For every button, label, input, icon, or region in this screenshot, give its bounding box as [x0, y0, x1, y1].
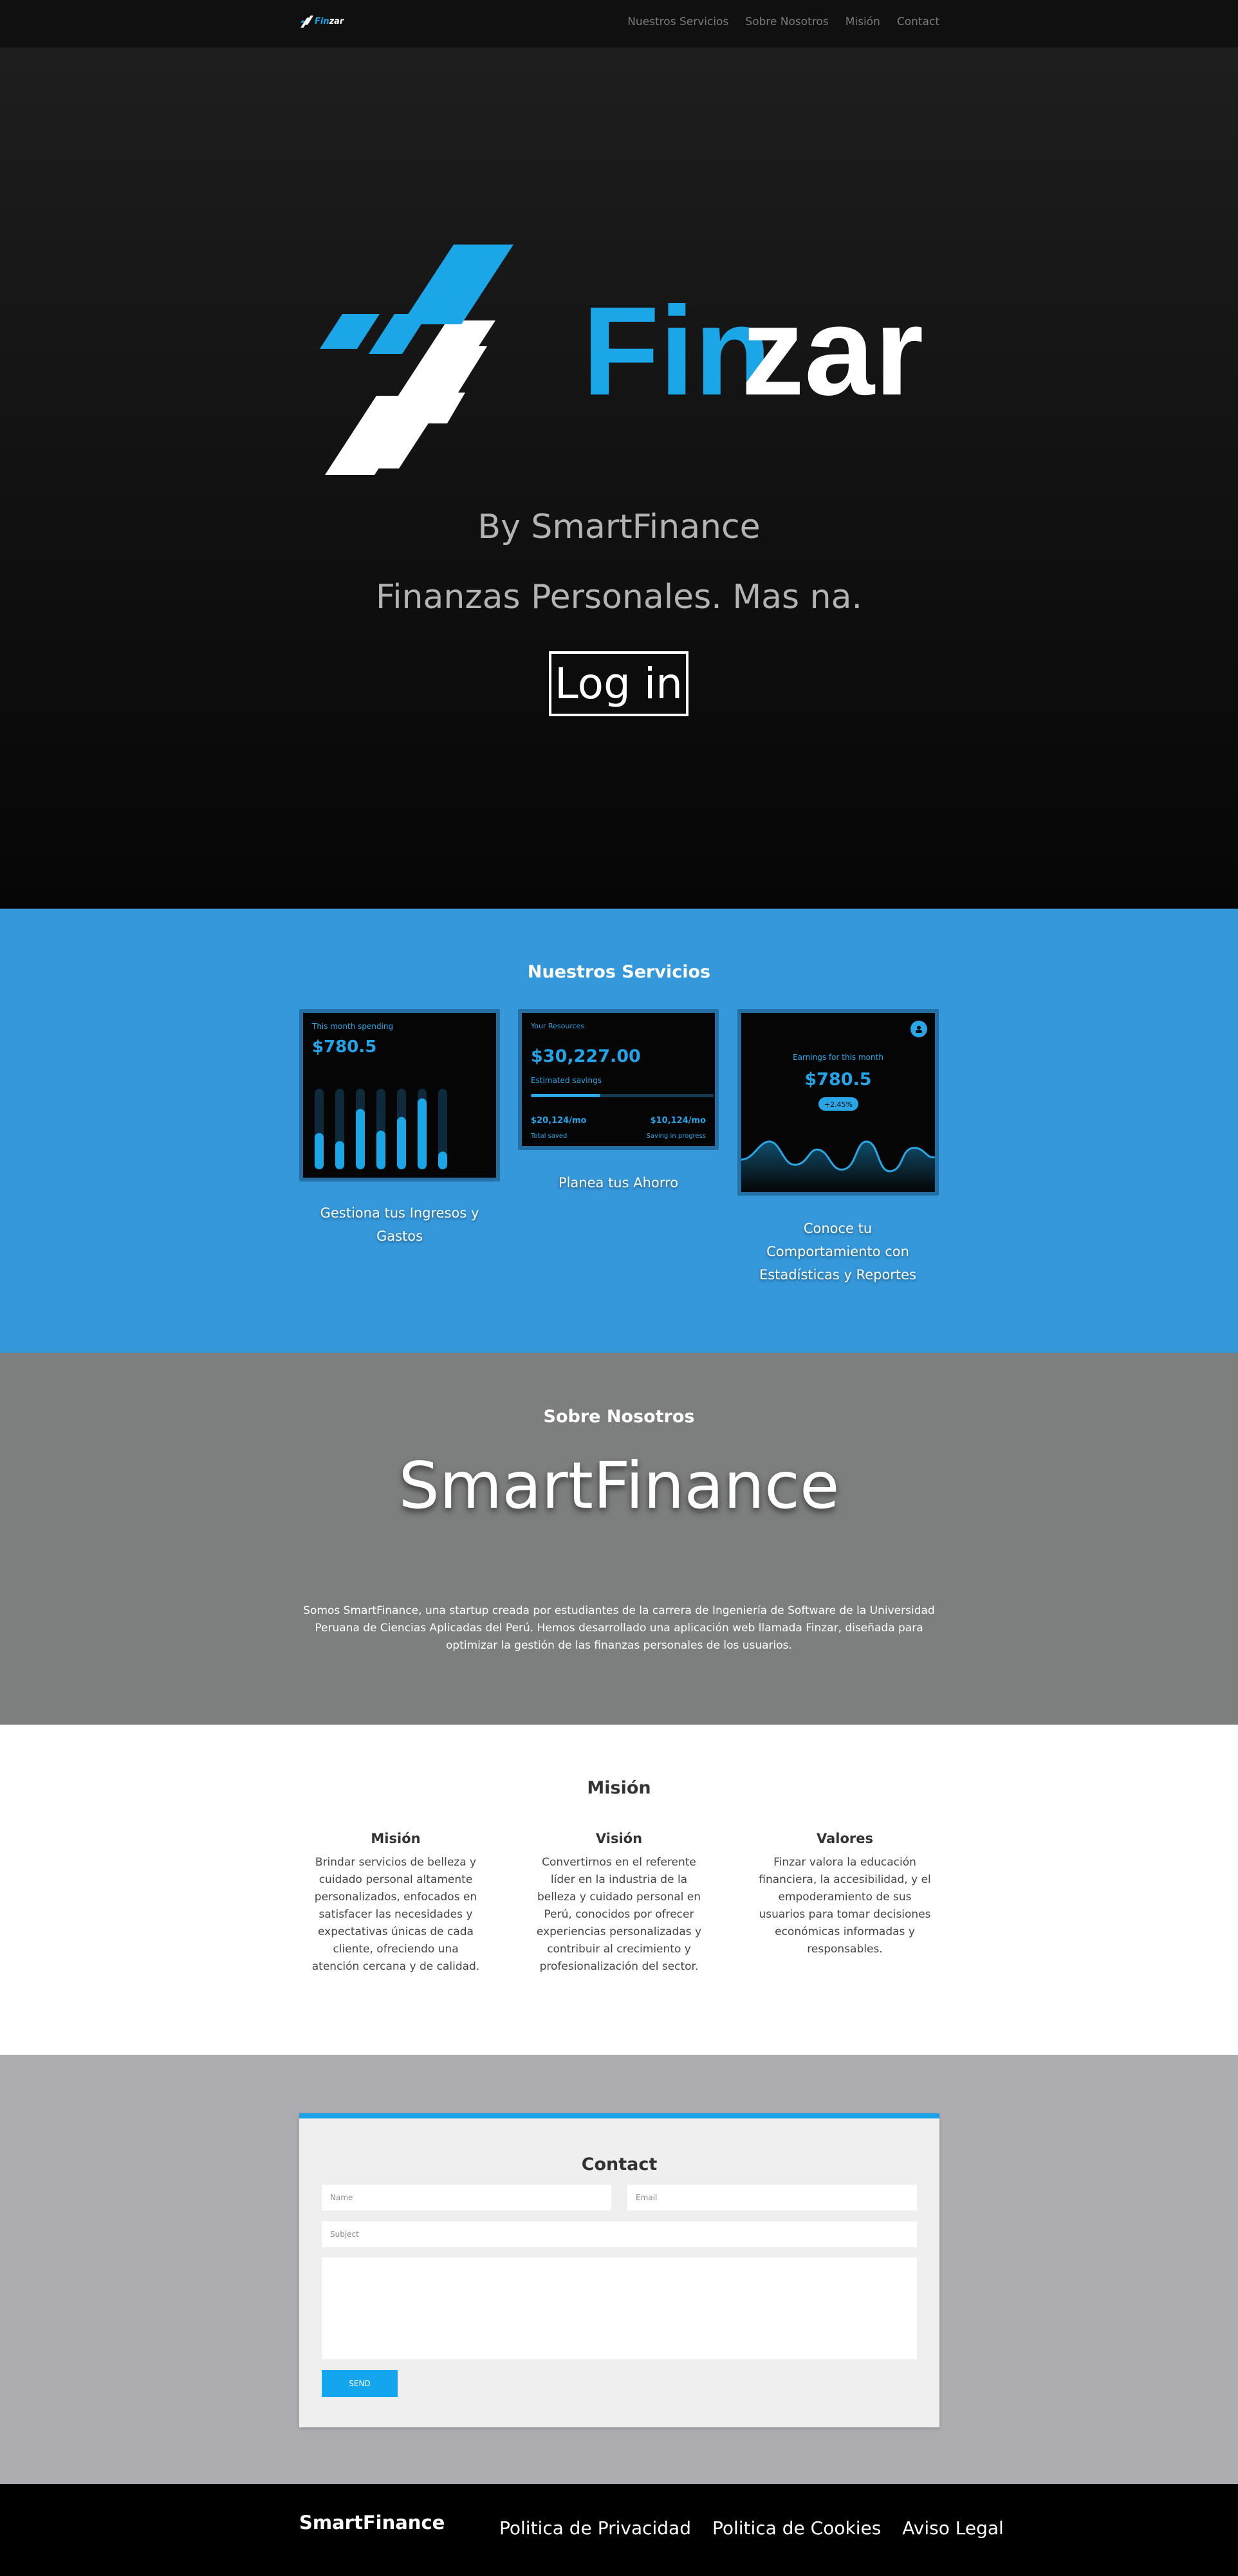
spending-bar — [315, 1133, 324, 1169]
resources-amount: $30,227.00 — [531, 1046, 641, 1066]
message-textarea[interactable] — [322, 2257, 917, 2359]
service-label-estadisticas: Conoce tu Comportamiento con Estadística… — [759, 1221, 917, 1283]
logo-stripe-blue-right — [402, 245, 513, 324]
spending-caption: This month spending — [312, 1022, 394, 1031]
nav-logo-text-fin: Fin — [315, 16, 329, 26]
spending-bar — [376, 1131, 385, 1169]
vision-column-title: Visión — [595, 1831, 643, 1846]
footer-link-privacidad[interactable]: Politica de Privacidad — [499, 2517, 691, 2539]
service-label-ahorro: Planea tus Ahorro — [558, 1175, 679, 1191]
logo-stripe-blue-left — [320, 314, 380, 349]
nav-logo-text: Finzar — [315, 17, 344, 26]
mission-section: Misión Misión Brindar servicios de belle… — [0, 1725, 1238, 2055]
footer-brand: SmartFinance — [299, 2512, 445, 2534]
services-title: Nuestros Servicios — [527, 962, 711, 982]
subject-input[interactable] — [322, 2221, 917, 2247]
earnings-avatar-icon — [910, 1021, 927, 1037]
services-section: Nuestros Servicios This month spending $… — [0, 909, 1238, 1353]
resources-right-value: $10,124/mo — [650, 1116, 706, 1126]
nav-link-contact[interactable]: Contact — [897, 15, 939, 28]
hero-section: Fin zar By SmartFinance Finanzas Persona… — [0, 48, 1238, 909]
nav-link-sobre-nosotros[interactable]: Sobre Nosotros — [745, 15, 828, 28]
finzar-logo-mark-icon — [300, 15, 313, 28]
spending-bar — [397, 1117, 406, 1169]
values-column-text: Finzar valora la educación financiera, l… — [759, 1856, 931, 1956]
hero-tagline: Finanzas Personales. Mas na. — [375, 578, 863, 616]
spending-bar — [356, 1109, 365, 1169]
mission-column-text: Brindar servicios de belleza y cuidado p… — [311, 1856, 480, 1973]
resources-right-caption: Saving in progress — [646, 1133, 707, 1140]
earnings-badge: +2.45% — [818, 1097, 858, 1111]
spending-bar — [335, 1141, 344, 1169]
spending-card: This month spending $780.5 — [299, 1009, 500, 1181]
footer-links: Politica de Privacidad Politica de Cooki… — [499, 2517, 1004, 2539]
mission-column: Misión Brindar servicios de belleza y cu… — [309, 1831, 483, 1976]
login-button[interactable]: Log in — [549, 651, 688, 716]
about-section: Sobre Nosotros SmartFinance Somos SmartF… — [0, 1353, 1238, 1725]
resources-card: Your Resources $30,227.00 Estimated savi… — [518, 1009, 719, 1150]
send-button[interactable]: SEND — [322, 2370, 398, 2397]
spending-bar — [438, 1151, 447, 1169]
savings-progress-fill — [531, 1094, 600, 1097]
contact-form: Contact SEND — [299, 2113, 939, 2427]
email-input[interactable] — [627, 2185, 917, 2210]
hero-by-line: By SmartFinance — [477, 508, 761, 546]
footer-link-cookies[interactable]: Politica de Cookies — [712, 2517, 881, 2539]
vision-column-text: Convertirnos en el referente líder en la… — [536, 1856, 702, 1973]
nav-logo-text-zar: zar — [329, 16, 344, 26]
mission-title: Misión — [587, 1778, 651, 1798]
name-input[interactable] — [322, 2185, 611, 2210]
resources-left-caption: Total saved — [531, 1133, 568, 1140]
spending-amount: $780.5 — [312, 1037, 377, 1057]
resources-sub: Estimated savings — [531, 1076, 602, 1085]
earnings-amount: $780.5 — [804, 1070, 872, 1089]
resources-left-value: $20,124/mo — [531, 1116, 587, 1126]
resources-caption: Your Resources — [531, 1022, 585, 1030]
nav-logo[interactable]: Finzar — [299, 14, 344, 28]
vision-column: Visión Convertirnos en el referente líde… — [532, 1831, 706, 1976]
earnings-wave-chart — [741, 1140, 935, 1192]
spending-bar — [418, 1098, 427, 1169]
earnings-badge-text: +2.45% — [824, 1100, 853, 1109]
values-column-title: Valores — [817, 1831, 873, 1846]
contact-title: Contact — [581, 2154, 658, 2174]
savings-progress-track — [531, 1094, 714, 1097]
nav-links: Nuestros Servicios Sobre Nosotros Misión… — [627, 15, 939, 28]
about-description: Somos SmartFinance, una startup creada p… — [303, 1604, 935, 1652]
earnings-card: Earnings for this month $780.5 +2.45% — [737, 1009, 939, 1196]
about-title: Sobre Nosotros — [543, 1407, 695, 1427]
footer: SmartFinance Politica de Privacidad Poli… — [0, 2484, 1238, 2576]
contact-section: Contact SEND — [0, 2055, 1238, 2484]
values-column: Valores Finzar valora la educación finan… — [758, 1831, 932, 1958]
finzar-hero-logo: Fin zar — [320, 245, 923, 475]
hero-logo-word-zar: zar — [741, 281, 923, 422]
earnings-caption: Earnings for this month — [793, 1053, 883, 1062]
spending-bar-chart — [315, 1089, 447, 1169]
service-label-ingresos: Gestiona tus Ingresos y Gastos — [320, 1205, 479, 1244]
nav-link-mision[interactable]: Misión — [845, 15, 880, 28]
footer-link-aviso-legal[interactable]: Aviso Legal — [902, 2517, 1004, 2539]
top-navbar: Finzar Nuestros Servicios Sobre Nosotros… — [0, 0, 1238, 48]
mission-column-title: Misión — [371, 1831, 421, 1846]
nav-link-servicios[interactable]: Nuestros Servicios — [627, 15, 728, 28]
about-brand-name: SmartFinance — [398, 1448, 840, 1523]
